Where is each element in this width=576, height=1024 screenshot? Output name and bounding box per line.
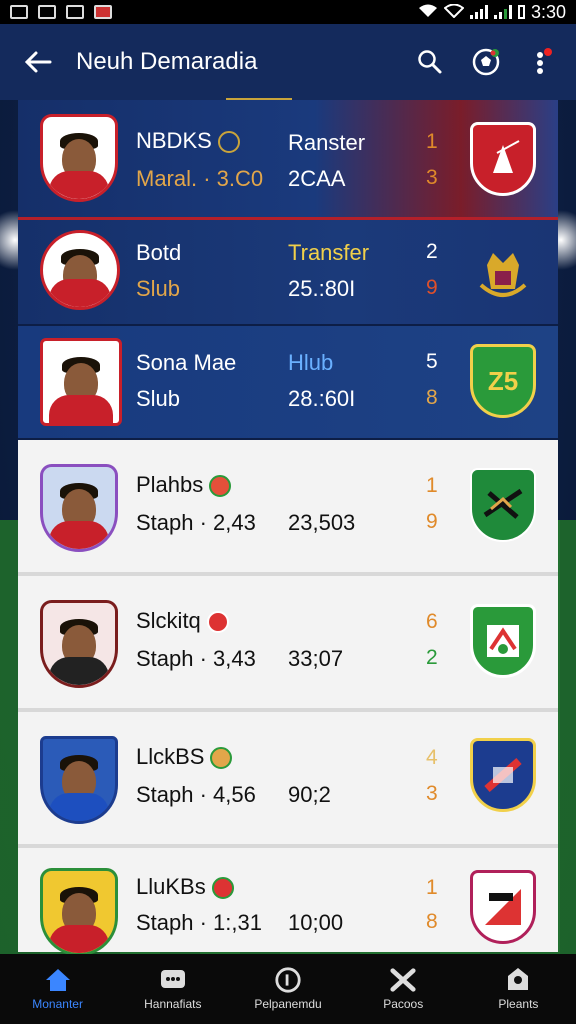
player-avatar xyxy=(40,736,118,824)
nav-label: Pelpanemdu xyxy=(254,997,322,1011)
club-badge-icon xyxy=(209,475,232,498)
crown-crest-icon xyxy=(470,238,536,312)
stat-number: 9 xyxy=(426,276,438,299)
transfer-value: 90;2 xyxy=(288,782,331,807)
transfer-value: 33;07 xyxy=(288,646,344,671)
club-crest-icon xyxy=(470,738,536,812)
back-arrow-icon[interactable] xyxy=(18,42,58,82)
list-item[interactable]: NBDKS Maral. · 3.C0 Ranster 2CAA 1 3 xyxy=(18,100,558,220)
club-badge-icon xyxy=(217,131,240,154)
transfer-value: 10;00 xyxy=(288,910,344,935)
status-time: 3:30 xyxy=(530,1,566,22)
home-icon xyxy=(44,967,72,993)
transfer-value: 28.:60I xyxy=(288,386,356,411)
transfer-label: Transfer xyxy=(288,240,370,265)
list-item[interactable]: Botd Slub Transfer 25.:80I 2 9 xyxy=(18,220,558,326)
player-detail: Slub xyxy=(136,276,181,301)
more-vert-icon[interactable] xyxy=(520,40,564,84)
player-list: NBDKS Maral. · 3.C0 Ranster 2CAA 1 3 Bot… xyxy=(18,100,558,956)
club-crest-icon xyxy=(470,870,536,944)
stat-number: 8 xyxy=(426,386,438,409)
player-avatar xyxy=(40,868,118,956)
player-detail: Staph · 4,56 xyxy=(136,782,256,807)
list-item[interactable]: LluKBs Staph · 1:,31 10;00 1 8 xyxy=(18,848,558,956)
transfer-value: 25.:80I xyxy=(288,276,356,301)
nav-label: Pleants xyxy=(498,997,539,1011)
nav-item-profile[interactable]: Pleants xyxy=(461,954,576,1024)
nav-label: Pacoos xyxy=(383,997,424,1011)
page-title: Neuh Demaradia xyxy=(76,48,258,75)
club-crest-icon xyxy=(470,122,536,196)
signal-icon xyxy=(469,5,488,19)
stat-number: 3 xyxy=(426,782,438,805)
stat-number: 4 xyxy=(426,746,438,769)
player-detail: Slub xyxy=(136,386,181,411)
player-detail: Staph · 2,43 xyxy=(136,510,256,535)
wifi-icon xyxy=(418,2,438,23)
profile-icon xyxy=(504,967,532,993)
signal-icon xyxy=(493,5,512,19)
stat-number: 3 xyxy=(426,166,438,189)
stat-number: 2 xyxy=(426,240,438,263)
gallery-notification-icon xyxy=(38,5,56,19)
stat-number: 2 xyxy=(426,646,438,669)
player-detail: Staph · 3,43 xyxy=(136,646,256,671)
nav-item-home[interactable]: Monanter xyxy=(0,954,115,1024)
player-avatar xyxy=(40,338,122,426)
player-name: LluKBs xyxy=(136,874,234,900)
stat-number: 9 xyxy=(426,510,438,533)
player-name: Sona Mae xyxy=(136,350,237,375)
nav-item-chat[interactable]: Hannafiats xyxy=(115,954,230,1024)
transfer-label: Ranster xyxy=(288,130,366,155)
stat-number: 5 xyxy=(426,350,438,373)
list-item[interactable]: Slckitq Staph · 3,43 33;07 6 2 xyxy=(18,576,558,712)
stat-number: 8 xyxy=(426,910,438,933)
file-notification-icon xyxy=(66,5,84,19)
list-item[interactable]: Sona Mae Slub Hlub 28.:60I 5 8 Z5 xyxy=(18,326,558,440)
player-avatar xyxy=(40,464,118,552)
bottom-navigation: Monanter Hannafiats Pelpanemdu Pacoos Pl… xyxy=(0,954,576,1024)
stat-number: 1 xyxy=(426,130,438,153)
player-name: Plahbs xyxy=(136,472,232,498)
player-avatar xyxy=(40,230,120,310)
club-crest-icon xyxy=(470,604,536,678)
search-icon[interactable] xyxy=(408,40,452,84)
club-badge-icon xyxy=(211,877,234,900)
soccer-ball-icon[interactable] xyxy=(464,40,508,84)
nav-item-tools[interactable]: Pacoos xyxy=(346,954,461,1024)
tools-icon xyxy=(389,967,417,993)
club-label: Hlub xyxy=(288,350,334,375)
list-item[interactable]: LlckBS Staph · 4,56 90;2 4 3 xyxy=(18,712,558,848)
nav-label: Hannafiats xyxy=(144,997,202,1011)
club-crest-icon xyxy=(470,468,536,542)
wifi-icon xyxy=(443,2,465,23)
transfer-value: 23,503 xyxy=(288,510,356,535)
stat-number: 1 xyxy=(426,876,438,899)
stat-number: 6 xyxy=(426,610,438,633)
club-badge-icon xyxy=(210,747,233,770)
player-name: NBDKS xyxy=(136,128,240,154)
player-name: LlckBS xyxy=(136,744,233,770)
chat-icon xyxy=(159,967,187,993)
gallery-notification-icon xyxy=(10,5,28,19)
player-detail: Maral. · 3.C0 xyxy=(136,166,264,191)
app-bar: Neuh Demaradia xyxy=(0,24,576,100)
club-crest-icon: Z5 xyxy=(470,344,536,418)
player-name: Slckitq xyxy=(136,608,229,634)
player-detail: Staph · 1:,31 xyxy=(136,910,262,935)
app-notification-icon xyxy=(94,5,112,19)
player-avatar xyxy=(40,600,118,688)
status-bar: 3:30 xyxy=(0,0,576,24)
nav-item-stadium[interactable]: Pelpanemdu xyxy=(230,954,345,1024)
battery-icon xyxy=(517,5,525,19)
player-avatar xyxy=(40,114,118,202)
player-name: Botd xyxy=(136,240,182,265)
stat-number: 1 xyxy=(426,474,438,497)
stadium-icon xyxy=(274,967,302,993)
nav-label: Monanter xyxy=(32,997,83,1011)
list-item[interactable]: Plahbs Staph · 2,43 23,503 1 9 xyxy=(18,440,558,576)
transfer-value: 2CAA xyxy=(288,166,346,191)
club-badge-icon xyxy=(206,611,229,634)
